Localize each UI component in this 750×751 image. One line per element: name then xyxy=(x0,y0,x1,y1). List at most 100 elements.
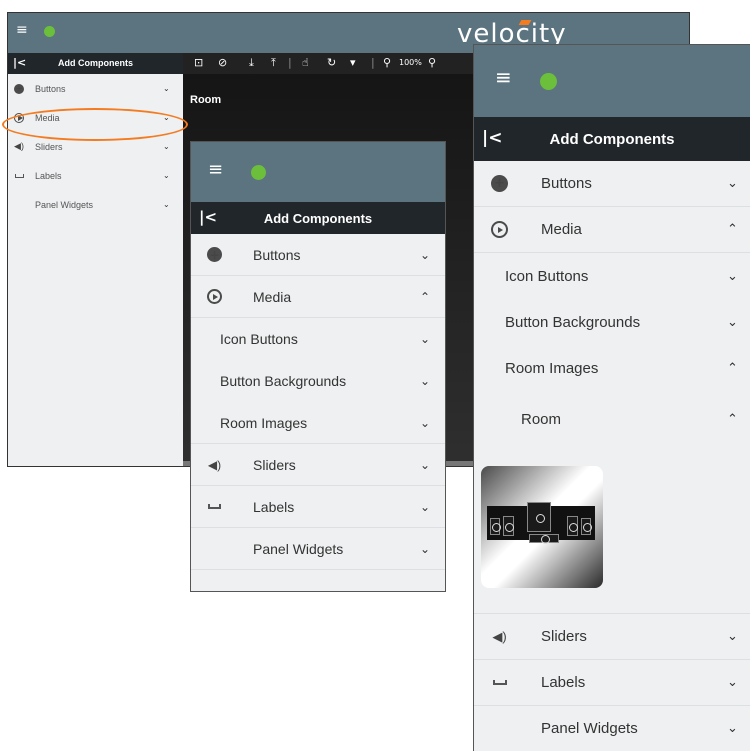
widgets-icon xyxy=(207,541,222,556)
editor-add-components-bar: |< Add Components xyxy=(8,53,183,74)
editor-item-labels[interactable]: Labels ⌄ xyxy=(8,161,183,190)
panel-header: ≡ xyxy=(191,142,445,202)
editor-item-panel-widgets[interactable]: Panel Widgets ⌄ xyxy=(8,190,183,219)
chevron-up-icon[interactable]: ⌃ xyxy=(727,412,738,427)
subcategory-icon-buttons[interactable]: Icon Buttons ⌄ xyxy=(474,253,750,299)
volume-icon: ◀) xyxy=(492,628,507,644)
editor-item-label: Sliders xyxy=(35,141,63,152)
refresh-icon[interactable]: ↻ xyxy=(327,56,336,69)
category-label: Panel Widgets xyxy=(253,540,344,557)
aspect-icon[interactable]: ⊡ xyxy=(194,56,203,69)
widgets-icon xyxy=(491,720,508,737)
menu-icon[interactable]: ≡ xyxy=(16,22,28,38)
subcategory-label: Icon Buttons xyxy=(220,331,298,347)
speaker-icon xyxy=(567,516,578,536)
chevron-down-icon[interactable]: ⌄ xyxy=(420,248,430,262)
subcategory-room-images[interactable]: Room Images ⌄ xyxy=(191,402,445,444)
chevron-down-icon[interactable]: ⌄ xyxy=(727,721,738,736)
category-buttons[interactable]: + Buttons ⌄ xyxy=(191,234,445,276)
canvas-room-title: Room xyxy=(190,94,222,106)
speaker-icon xyxy=(581,518,592,535)
chevron-down-icon[interactable]: ⌄ xyxy=(420,374,430,388)
touch-icon[interactable]: ☝ xyxy=(302,56,309,69)
editor-item-label: Labels xyxy=(35,170,62,181)
category-label: Media xyxy=(541,221,582,238)
chevron-up-icon[interactable]: ⌃ xyxy=(420,290,430,304)
speaker-system-room-image[interactable] xyxy=(481,466,603,588)
add-components-bar: |< Add Components xyxy=(191,202,445,234)
category-panel-widgets[interactable]: Panel Widgets ⌄ xyxy=(474,706,750,751)
chevron-up-icon[interactable]: ⌃ xyxy=(727,222,738,237)
speaker-icon xyxy=(490,518,501,535)
subcategory-label: Button Backgrounds xyxy=(220,373,347,389)
chevron-down-icon[interactable]: ⌄ xyxy=(420,542,430,556)
globe-icon[interactable] xyxy=(540,73,557,90)
add-components-panel-room-expanded: ≡ |< Add Components + Buttons ⌄ Media ⌃ … xyxy=(473,44,750,751)
download-icon[interactable]: ⤓ xyxy=(249,56,254,70)
category-panel-widgets[interactable]: Panel Widgets ⌄ xyxy=(191,528,445,570)
chevron-down-icon[interactable]: ⌄ xyxy=(420,416,430,430)
editor-item-buttons[interactable]: + Buttons ⌄ xyxy=(8,74,183,103)
subcategory-label: Room Images xyxy=(220,414,308,431)
category-sliders[interactable]: ◀) Sliders ⌄ xyxy=(191,444,445,486)
label-icon xyxy=(207,499,222,514)
menu-icon[interactable]: ≡ xyxy=(495,65,512,89)
panel-header: ≡ xyxy=(474,45,750,117)
subcategory-label: Room xyxy=(521,410,562,428)
category-label: Panel Widgets xyxy=(541,720,638,737)
clean-icon[interactable]: ▾ xyxy=(350,56,356,69)
subcategory-button-backgrounds[interactable]: Button Backgrounds ⌄ xyxy=(191,360,445,402)
chevron-down-icon[interactable]: ⌄ xyxy=(420,332,430,346)
speaker-icon xyxy=(503,516,514,536)
category-labels[interactable]: Labels ⌄ xyxy=(191,486,445,528)
category-labels[interactable]: Labels ⌄ xyxy=(474,660,750,706)
category-sliders[interactable]: ◀) Sliders ⌄ xyxy=(474,614,750,660)
block-icon[interactable]: ⊘ xyxy=(218,56,227,69)
chevron-down-icon[interactable]: ⌄ xyxy=(727,629,738,644)
label-icon xyxy=(491,674,508,691)
editor-panel-title: Add Components xyxy=(58,58,133,68)
chevron-down-icon[interactable]: ⌄ xyxy=(163,200,170,209)
editor-item-label: Buttons xyxy=(35,83,66,94)
chevron-down-icon[interactable]: ⌄ xyxy=(163,142,170,151)
subcategory-button-backgrounds[interactable]: Button Backgrounds ⌄ xyxy=(474,299,750,345)
widgets-icon xyxy=(14,200,24,210)
category-label: Buttons xyxy=(541,175,592,192)
zoom-in-icon[interactable]: ⚲ xyxy=(428,56,436,69)
upload-icon[interactable]: ⤒ xyxy=(271,56,276,70)
category-label: Labels xyxy=(541,674,586,691)
chevron-up-icon[interactable]: ⌃ xyxy=(727,361,738,376)
category-label: Labels xyxy=(253,498,295,515)
category-buttons[interactable]: + Buttons ⌄ xyxy=(474,161,750,207)
play-circle-icon xyxy=(491,221,508,238)
volume-icon: ◀) xyxy=(14,141,24,151)
volume-icon: ◀) xyxy=(207,457,222,472)
chevron-down-icon[interactable]: ⌄ xyxy=(163,84,170,93)
category-media[interactable]: Media ⌃ xyxy=(191,276,445,318)
chevron-down-icon[interactable]: ⌄ xyxy=(163,171,170,180)
chevron-down-icon[interactable]: ⌄ xyxy=(420,500,430,514)
zoom-out-icon[interactable]: ⚲ xyxy=(383,56,391,69)
subwoofer-icon xyxy=(527,502,551,532)
subcategory-room-images[interactable]: Room Images ⌃ xyxy=(474,345,750,391)
room-image-gallery xyxy=(474,447,750,614)
category-label: Media xyxy=(253,288,292,305)
play-circle-icon xyxy=(207,289,222,304)
chevron-down-icon[interactable]: ⌄ xyxy=(727,269,738,284)
subcategory-label: Room Images xyxy=(505,359,599,377)
category-label: Sliders xyxy=(253,456,296,473)
menu-icon[interactable]: ≡ xyxy=(208,159,223,180)
component-list: + Buttons ⌄ Media ⌃ Icon Buttons ⌄ Butto… xyxy=(191,234,445,570)
globe-icon[interactable] xyxy=(44,26,55,37)
media-highlight-ellipse xyxy=(2,108,188,141)
globe-icon[interactable] xyxy=(251,165,266,180)
toolbar-divider: | xyxy=(371,56,375,69)
chevron-down-icon[interactable]: ⌄ xyxy=(420,458,430,472)
subcategory-icon-buttons[interactable]: Icon Buttons ⌄ xyxy=(191,318,445,360)
category-media[interactable]: Media ⌃ xyxy=(474,207,750,253)
chevron-down-icon[interactable]: ⌄ xyxy=(727,675,738,690)
chevron-down-icon[interactable]: ⌄ xyxy=(727,176,738,191)
chevron-down-icon[interactable]: ⌄ xyxy=(727,315,738,330)
subcategory-room[interactable]: Room ⌃ xyxy=(474,391,750,447)
category-label: Buttons xyxy=(253,246,301,263)
